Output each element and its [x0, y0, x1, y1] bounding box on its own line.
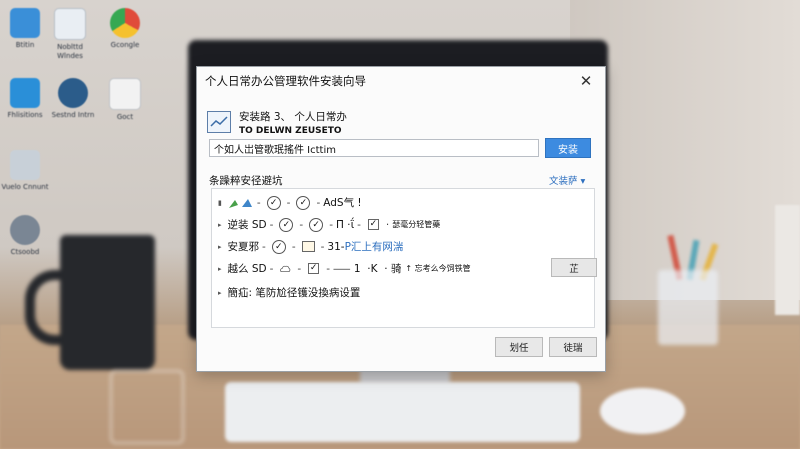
disc-icon	[10, 215, 40, 245]
step-title: 安装路 3、 个人日常办	[239, 111, 347, 123]
desktop-icon-2[interactable]: Noblttd Wlndes	[45, 8, 95, 61]
option-3-link[interactable]: P汇上有网湍	[345, 239, 404, 254]
chart-icon	[207, 111, 231, 133]
option-row-5[interactable]: ▸ 簡疝: 笔防尬径镬没換病设置	[218, 285, 360, 300]
expand-arrow-icon[interactable]: ▸	[218, 221, 222, 229]
section-label: 条躁粹安径避坑	[209, 175, 283, 187]
expand-arrow-icon[interactable]: ▸	[218, 265, 222, 273]
option-5-text: 簡疝: 笔防尬径镬没換病设置	[227, 287, 361, 299]
option-4-checkbox[interactable]: ✓	[308, 263, 320, 274]
option-row-4[interactable]: ▸ 越么 SD - - ✓ - ⸺ 1 ·K · 骑 ↑ 忘考么今饲铁管	[218, 261, 471, 276]
install-path-input[interactable]	[209, 139, 539, 157]
mug	[60, 235, 155, 370]
browser-icon	[110, 8, 140, 38]
desktop-icon-label: Noblttd Wlndes	[57, 43, 83, 60]
desktop-icon-label: Fhlisitions	[7, 111, 43, 119]
option-2-mid: Π̄ ⋅ΐ	[336, 218, 355, 231]
step-subtitle: TO DELWN ZEUSETO	[239, 126, 342, 136]
option-4-note: ↑ 忘考么今饲铁管	[405, 264, 471, 273]
option-row-1[interactable]: ▮ - ✓ - ✓ - AdS气 !	[218, 195, 362, 210]
expand-arrow-icon[interactable]: ▸	[218, 289, 222, 297]
folder-icon	[301, 241, 315, 252]
desktop-icon-label: Vuelo Cnnunt	[1, 183, 49, 191]
mouse	[600, 388, 685, 434]
check-circle-icon[interactable]: ✓	[309, 217, 324, 232]
desktop-icon-1[interactable]: Btitin	[0, 8, 50, 59]
check-circle-icon[interactable]: ✓	[266, 195, 281, 210]
cloud-icon	[280, 265, 291, 272]
dialog-title: 个人日常办公管理软件安装向导	[205, 74, 366, 88]
side-button[interactable]: 芷	[551, 258, 597, 277]
options-panel: ▮ - ✓ - ✓ - AdS气 ! ▸ 逆装 SD - ✓ - ✓ - Π̄ …	[211, 188, 595, 328]
leaf-icon	[228, 198, 252, 208]
installer-dialog: 个人日常办公管理软件安装向导 ✕ 安装路 3、 个人日常办 TO DELWN Z…	[196, 66, 606, 372]
step-header: 安装路 3、 个人日常办 TO DELWN ZEUSETO	[207, 109, 347, 136]
desktop-icon-6[interactable]: Goct	[100, 78, 150, 131]
keyboard	[225, 382, 580, 442]
next-button[interactable]: 徒瑞	[549, 337, 597, 357]
desktop-icon-8[interactable]: Ctsoobd	[0, 215, 50, 266]
document-icon	[109, 78, 141, 110]
app-icon	[10, 8, 40, 38]
option-4-mid: ⸺ 1 ·K · 骑	[333, 263, 402, 275]
desktop-icon-label: Ctsoobd	[10, 248, 40, 256]
desktop-icon-label: Goct	[116, 113, 134, 121]
desktop-icon-label: Btitin	[15, 41, 35, 49]
back-button[interactable]: 划任	[495, 337, 543, 357]
check-circle-icon[interactable]: ✓	[271, 239, 286, 254]
options-link-label: 文装萨	[549, 176, 578, 187]
option-2-note: 瑟毫分轻管藥	[392, 220, 441, 229]
option-3-mid: 31-	[327, 240, 345, 253]
options-dropdown-link[interactable]: 文装萨 ▾	[549, 173, 585, 187]
desktop-icon-label: Sestnd Intrn	[51, 111, 95, 119]
option-4-label: 越么 SD	[227, 263, 267, 275]
pen-cup	[658, 270, 718, 345]
desktop-icon-5[interactable]: Sestnd Intrn	[48, 78, 98, 129]
option-row-3[interactable]: ▸ 安夏邪 - ✓ - - 31- P汇上有网湍	[218, 239, 403, 254]
close-icon[interactable]: ✕	[575, 70, 597, 92]
install-button[interactable]: 安装	[545, 138, 591, 158]
option-2-label: 逆装 SD	[227, 219, 267, 231]
option-1-text: AdS气 !	[323, 197, 362, 209]
expand-arrow-icon[interactable]: ▮	[218, 199, 222, 207]
app-icon	[10, 78, 40, 108]
check-circle-icon[interactable]: ✓	[296, 195, 311, 210]
check-circle-icon[interactable]: ✓	[279, 217, 294, 232]
desktop-icon-label: Gcongle	[110, 41, 140, 49]
document-icon	[54, 8, 86, 40]
expand-arrow-icon[interactable]: ▸	[218, 243, 222, 251]
globe-icon	[58, 78, 88, 108]
option-row-2[interactable]: ▸ 逆装 SD - ✓ - ✓ - Π̄ ⋅ΐ - ✓ · 瑟毫分轻管藥	[218, 217, 440, 232]
shelf	[775, 205, 800, 315]
folder-icon	[10, 150, 40, 180]
desktop-icon-3[interactable]: Gcongle	[100, 8, 150, 59]
option-2-checkbox[interactable]: ✓	[367, 219, 379, 230]
desktop-icon-4[interactable]: Fhlisitions	[0, 78, 50, 129]
option-3-label: 安夏邪	[227, 241, 260, 253]
chevron-down-icon: ▾	[580, 176, 586, 187]
glass	[110, 370, 184, 444]
desktop-icon-7[interactable]: Vuelo Cnnunt	[0, 150, 50, 201]
install-path-row: 安装	[209, 138, 591, 158]
dialog-titlebar[interactable]: 个人日常办公管理软件安装向导 ✕	[197, 67, 605, 95]
